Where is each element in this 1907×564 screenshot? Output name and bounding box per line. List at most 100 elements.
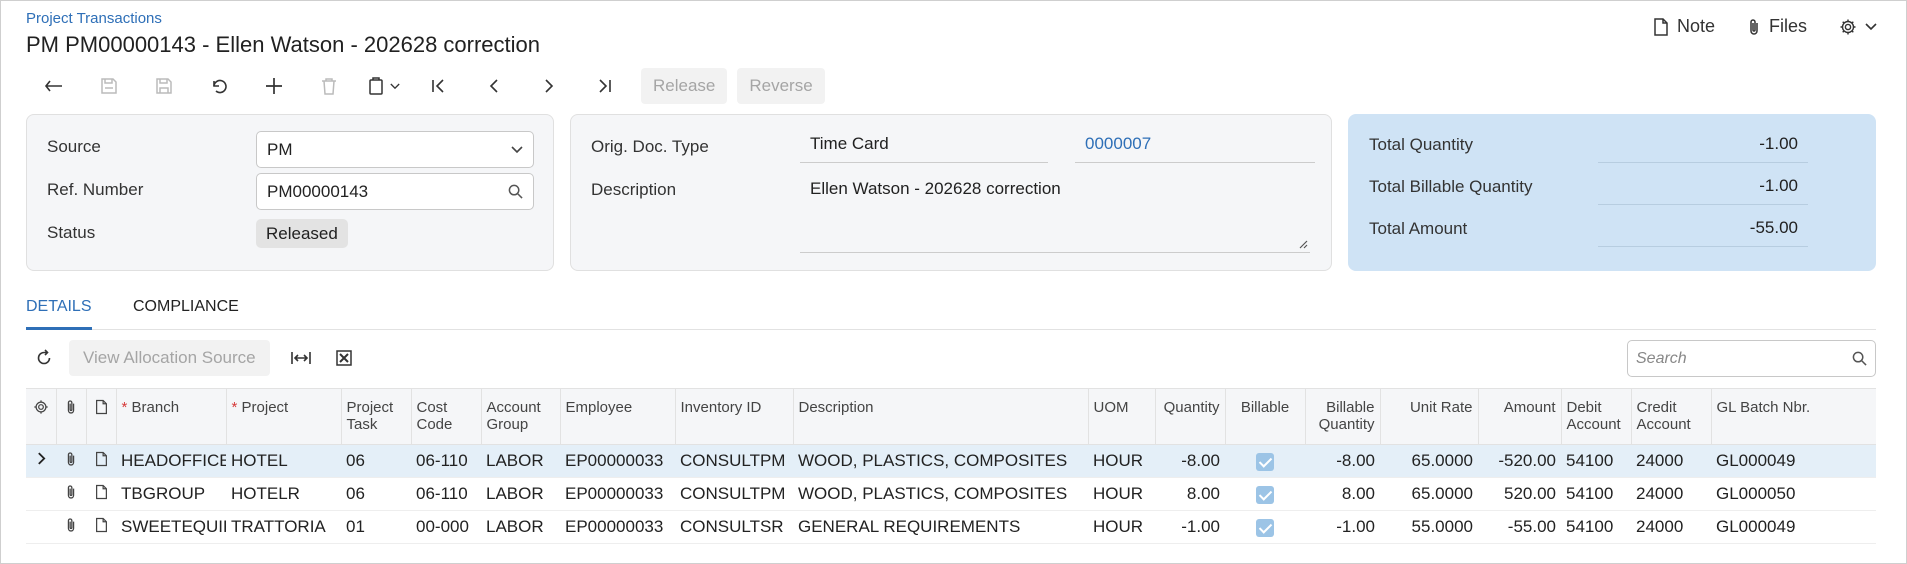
row-note[interactable] bbox=[86, 444, 116, 478]
billable-checkbox[interactable] bbox=[1256, 518, 1274, 537]
breadcrumb[interactable]: Project Transactions bbox=[26, 10, 162, 27]
first-record-button[interactable] bbox=[411, 68, 466, 104]
header-billable-quantity[interactable]: Billable Quantity bbox=[1305, 388, 1381, 445]
export-excel-button[interactable] bbox=[327, 340, 362, 376]
cell-debit-account[interactable]: 54100 bbox=[1561, 477, 1631, 511]
cell-project-task[interactable]: 01 bbox=[341, 510, 411, 544]
cell-inventory-id[interactable]: CONSULTPM bbox=[675, 444, 793, 478]
cell-billable-quantity[interactable]: -1.00 bbox=[1305, 510, 1380, 544]
source-select[interactable]: PM bbox=[256, 131, 534, 168]
cell-account-group[interactable]: LABOR bbox=[481, 510, 560, 544]
billable-checkbox[interactable] bbox=[1256, 485, 1274, 504]
cell-credit-account[interactable]: 24000 bbox=[1631, 510, 1711, 544]
settings-menu-button[interactable] bbox=[1839, 18, 1877, 36]
cell-gl-batch[interactable]: GL000049 bbox=[1711, 510, 1876, 544]
row-attachment[interactable] bbox=[56, 510, 86, 544]
cell-quantity[interactable]: 8.00 bbox=[1155, 477, 1225, 511]
cell-uom[interactable]: HOUR bbox=[1088, 477, 1155, 511]
cell-employee[interactable]: EP00000033 bbox=[560, 477, 675, 511]
view-allocation-source-button[interactable]: View Allocation Source bbox=[69, 340, 270, 376]
row-attachment[interactable] bbox=[56, 444, 86, 478]
header-uom[interactable]: UOM bbox=[1088, 388, 1156, 445]
cell-project[interactable]: HOTEL bbox=[226, 444, 341, 478]
header-cost-code[interactable]: Cost Code bbox=[411, 388, 482, 445]
cell-unit-rate[interactable]: 55.0000 bbox=[1380, 510, 1478, 544]
header-project-task[interactable]: Project Task bbox=[341, 388, 412, 445]
row-selector[interactable] bbox=[26, 510, 56, 544]
row-selector[interactable] bbox=[26, 444, 56, 478]
cell-amount[interactable]: -55.00 bbox=[1478, 510, 1561, 544]
cell-billable[interactable] bbox=[1225, 477, 1305, 511]
grid-search-input[interactable]: Search bbox=[1627, 340, 1876, 377]
cell-amount[interactable]: -520.00 bbox=[1478, 444, 1561, 478]
cell-inventory-id[interactable]: CONSULTSR bbox=[675, 510, 793, 544]
cell-project[interactable]: HOTELR bbox=[226, 477, 341, 511]
cell-inventory-id[interactable]: CONSULTPM bbox=[675, 477, 793, 511]
header-account-group[interactable]: Account Group bbox=[481, 388, 561, 445]
back-button[interactable] bbox=[26, 68, 81, 104]
reverse-button[interactable]: Reverse bbox=[737, 68, 825, 104]
cell-account-group[interactable]: LABOR bbox=[481, 477, 560, 511]
delete-button[interactable] bbox=[301, 68, 356, 104]
header-billable[interactable]: Billable bbox=[1225, 388, 1306, 445]
refresh-button[interactable] bbox=[26, 340, 61, 376]
cell-unit-rate[interactable]: 65.0000 bbox=[1380, 444, 1478, 478]
cell-uom[interactable]: HOUR bbox=[1088, 510, 1155, 544]
release-button[interactable]: Release bbox=[641, 68, 728, 104]
cell-billable[interactable] bbox=[1225, 444, 1305, 478]
header-debit-account[interactable]: Debit Account bbox=[1561, 388, 1632, 445]
orig-doc-number-link[interactable]: 0000007 bbox=[1075, 126, 1315, 163]
last-record-button[interactable] bbox=[576, 68, 631, 104]
header-description[interactable]: Description bbox=[793, 388, 1089, 445]
cell-description[interactable]: WOOD, PLASTICS, COMPOSITES bbox=[793, 444, 1088, 478]
billable-checkbox[interactable] bbox=[1256, 452, 1274, 471]
header-inventory-id[interactable]: Inventory ID bbox=[675, 388, 794, 445]
cell-quantity[interactable]: -1.00 bbox=[1155, 510, 1225, 544]
cell-description[interactable]: WOOD, PLASTICS, COMPOSITES bbox=[793, 477, 1088, 511]
cell-quantity[interactable]: -8.00 bbox=[1155, 444, 1225, 478]
cell-description[interactable]: GENERAL REQUIREMENTS bbox=[793, 510, 1088, 544]
files-button[interactable]: Files bbox=[1747, 16, 1807, 37]
note-button[interactable]: Note bbox=[1653, 16, 1715, 37]
row-selector[interactable] bbox=[26, 477, 56, 511]
cell-gl-batch[interactable]: GL000049 bbox=[1711, 444, 1876, 478]
cell-employee[interactable]: EP00000033 bbox=[560, 510, 675, 544]
description-textarea[interactable]: Ellen Watson - 202628 correction bbox=[800, 171, 1310, 253]
header-quantity[interactable]: Quantity bbox=[1155, 388, 1226, 445]
save-close-button[interactable] bbox=[81, 68, 136, 104]
header-gl-batch[interactable]: GL Batch Nbr. bbox=[1711, 388, 1876, 445]
cell-branch[interactable]: HEADOFFICE bbox=[116, 444, 226, 478]
header-branch[interactable]: * Branch bbox=[116, 388, 227, 445]
next-record-button[interactable] bbox=[521, 68, 576, 104]
cell-debit-account[interactable]: 54100 bbox=[1561, 444, 1631, 478]
cell-billable[interactable] bbox=[1225, 510, 1305, 544]
row-attachment[interactable] bbox=[56, 477, 86, 511]
cell-cost-code[interactable]: 06-110 bbox=[411, 477, 481, 511]
table-row[interactable]: HEADOFFICE HOTEL 06 06-110 LABOR EP00000… bbox=[26, 444, 1876, 478]
cell-debit-account[interactable]: 54100 bbox=[1561, 510, 1631, 544]
add-button[interactable] bbox=[246, 68, 301, 104]
cell-cost-code[interactable]: 06-110 bbox=[411, 444, 481, 478]
previous-record-button[interactable] bbox=[466, 68, 521, 104]
row-note[interactable] bbox=[86, 477, 116, 511]
column-settings-header[interactable] bbox=[26, 388, 57, 445]
cell-employee[interactable]: EP00000033 bbox=[560, 444, 675, 478]
cell-gl-batch[interactable]: GL000050 bbox=[1711, 477, 1876, 511]
cell-cost-code[interactable]: 00-000 bbox=[411, 510, 481, 544]
table-row[interactable]: TBGROUP HOTELR 06 06-110 LABOR EP0000003… bbox=[26, 477, 1876, 511]
header-unit-rate[interactable]: Unit Rate bbox=[1380, 388, 1479, 445]
table-row[interactable]: SWEETEQUIP TRATTORIA 01 00-000 LABOR EP0… bbox=[26, 510, 1876, 544]
ref-number-input[interactable]: PM00000143 bbox=[256, 173, 534, 210]
cell-branch[interactable]: TBGROUP bbox=[116, 477, 226, 511]
header-credit-account[interactable]: Credit Account bbox=[1631, 388, 1712, 445]
cell-unit-rate[interactable]: 65.0000 bbox=[1380, 477, 1478, 511]
cell-billable-quantity[interactable]: 8.00 bbox=[1305, 477, 1380, 511]
tab-details[interactable]: DETAILS bbox=[26, 298, 92, 330]
row-note[interactable] bbox=[86, 510, 116, 544]
cell-project-task[interactable]: 06 bbox=[341, 444, 411, 478]
tab-compliance[interactable]: COMPLIANCE bbox=[133, 298, 239, 327]
cell-amount[interactable]: 520.00 bbox=[1478, 477, 1561, 511]
cell-project-task[interactable]: 06 bbox=[341, 477, 411, 511]
cell-account-group[interactable]: LABOR bbox=[481, 444, 560, 478]
fit-columns-button[interactable] bbox=[284, 340, 319, 376]
